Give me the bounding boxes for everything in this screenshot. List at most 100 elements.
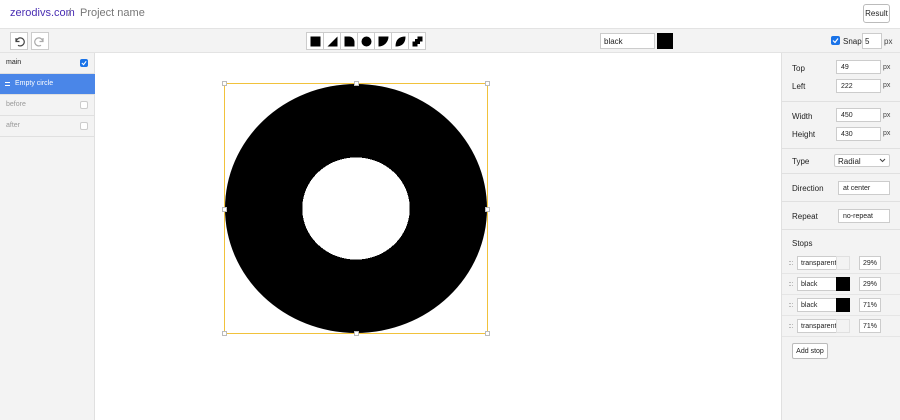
direction-label: Direction (792, 184, 824, 193)
checker-shape-button[interactable] (408, 32, 426, 50)
gradient-stop-row: black 29% (782, 274, 900, 295)
gradient-stop-row: black 71% (782, 295, 900, 316)
stop-percent-input[interactable]: 71% (859, 319, 881, 333)
layer-visibility-checkbox[interactable] (80, 122, 88, 130)
divider (782, 229, 900, 230)
half-round-icon (378, 36, 388, 46)
app-header: zerodivs.com / Project name Result (0, 0, 900, 28)
repeat-label: Repeat (792, 212, 818, 221)
left-label: Left (792, 82, 806, 91)
triangle-icon (327, 36, 337, 46)
layer-visibility-checkbox[interactable] (80, 59, 88, 67)
leaf-icon (395, 36, 405, 46)
toolbar: black Snap 5 px (0, 28, 900, 53)
color-swatch[interactable] (657, 33, 673, 49)
redo-button[interactable] (31, 32, 49, 50)
chevron-down-icon (879, 158, 886, 163)
drag-handle-icon[interactable] (789, 303, 793, 307)
width-unit: px (883, 112, 891, 119)
drag-handle-icon[interactable] (5, 82, 10, 86)
stop-color-swatch[interactable] (836, 256, 850, 270)
snap-label: Snap (843, 37, 862, 46)
height-input[interactable]: 430 (836, 127, 881, 141)
resize-handle-se[interactable] (485, 331, 490, 336)
square-shape-button[interactable] (306, 32, 324, 50)
stop-percent-input[interactable]: 29% (859, 256, 881, 270)
layers-panel: main Empty circle before after (0, 53, 95, 420)
resize-handle-n[interactable] (354, 81, 359, 86)
divider (782, 148, 900, 149)
stop-color-swatch[interactable] (836, 319, 850, 333)
leaf-shape-button[interactable] (391, 32, 409, 50)
color-name-input[interactable]: black (600, 33, 655, 49)
resize-handle-ne[interactable] (485, 81, 490, 86)
gradient-stop-row: transparent 71% (782, 316, 900, 337)
layer-label: main (6, 59, 22, 66)
resize-handle-sw[interactable] (222, 331, 227, 336)
resize-handle-s[interactable] (354, 331, 359, 336)
triangle-shape-button[interactable] (323, 32, 341, 50)
circle-shape-button[interactable] (357, 32, 375, 50)
rounded-corner-shape-button[interactable] (340, 32, 358, 50)
properties-panel: Top 49 px Left 222 px Width 450 px Heigh… (781, 53, 900, 420)
rounded-corner-icon (344, 36, 354, 46)
top-input[interactable]: 49 (836, 60, 881, 74)
stop-color-swatch[interactable] (836, 277, 850, 291)
drag-handle-icon[interactable] (789, 282, 793, 286)
shape-tool-group (306, 32, 426, 50)
half-round-shape-button[interactable] (374, 32, 392, 50)
circle-icon (361, 36, 371, 46)
breadcrumb-separator: / (68, 7, 72, 19)
checkmark-icon (832, 38, 839, 44)
layer-visibility-checkbox[interactable] (80, 101, 88, 109)
stops-heading: Stops (792, 239, 813, 248)
gradient-type-select[interactable]: Radial (834, 154, 890, 167)
checker-icon (412, 36, 422, 46)
selected-shape[interactable] (222, 81, 490, 336)
divider (782, 101, 900, 102)
stop-color-swatch[interactable] (836, 298, 850, 312)
drag-handle-icon[interactable] (789, 324, 793, 328)
layer-empty-circle[interactable]: Empty circle (0, 74, 95, 95)
resize-handle-w[interactable] (222, 207, 227, 212)
result-button[interactable]: Result (863, 4, 890, 23)
snap-checkbox[interactable] (831, 36, 840, 45)
direction-input[interactable]: at center (838, 181, 890, 195)
snap-unit: px (884, 37, 893, 46)
left-input[interactable]: 222 (836, 79, 881, 93)
stop-percent-input[interactable]: 71% (859, 298, 881, 312)
left-unit: px (883, 82, 891, 89)
layer-main[interactable]: main (0, 53, 95, 74)
stop-percent-input[interactable]: 29% (859, 277, 881, 291)
redo-icon (34, 37, 44, 47)
repeat-input[interactable]: no-repeat (838, 209, 890, 223)
brand-link[interactable]: zerodivs.com (10, 7, 75, 19)
type-label: Type (792, 157, 810, 166)
undo-icon (15, 37, 25, 47)
resize-handle-nw[interactable] (222, 81, 227, 86)
drag-handle-icon[interactable] (789, 261, 793, 265)
top-label: Top (792, 64, 805, 73)
radial-gradient-ring (225, 84, 487, 333)
top-unit: px (883, 64, 891, 71)
gradient-stop-row: transparent 29% (782, 253, 900, 274)
snap-value-input[interactable]: 5 (862, 33, 882, 49)
resize-handle-e[interactable] (485, 207, 490, 212)
undo-button[interactable] (10, 32, 28, 50)
divider (782, 201, 900, 202)
project-name[interactable]: Project name (80, 7, 145, 19)
height-label: Height (792, 130, 816, 139)
width-label: Width (792, 112, 813, 121)
square-icon (310, 36, 320, 46)
layer-label: Empty circle (15, 80, 54, 87)
divider (782, 173, 900, 174)
layer-after[interactable]: after (0, 116, 95, 137)
layer-label: after (6, 122, 21, 129)
gradient-type-value: Radial (838, 157, 861, 166)
width-input[interactable]: 450 (836, 108, 881, 122)
layer-before[interactable]: before (0, 95, 95, 116)
add-stop-button[interactable]: Add stop (792, 343, 828, 359)
design-canvas[interactable] (95, 53, 781, 420)
checkmark-icon (81, 60, 87, 66)
height-unit: px (883, 130, 891, 137)
